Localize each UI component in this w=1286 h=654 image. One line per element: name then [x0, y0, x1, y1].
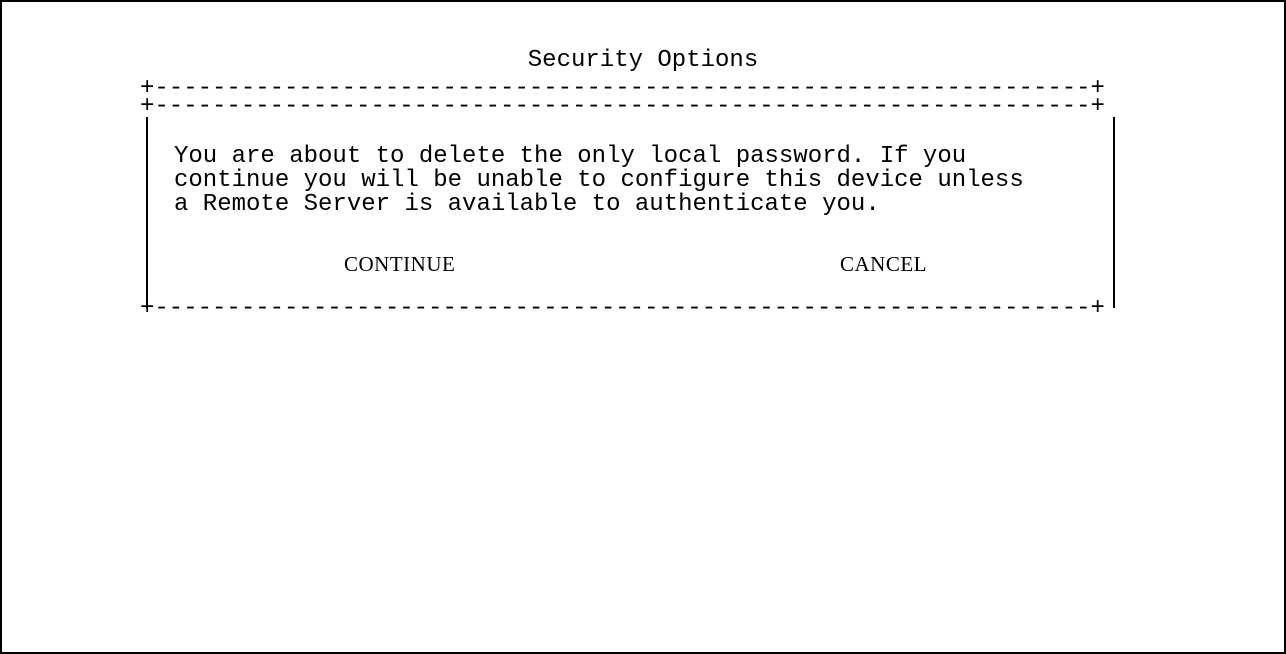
- dialog-bottom-border: +---------------------------------------…: [140, 295, 1105, 322]
- dialog-title: Security Options: [527, 47, 759, 74]
- terminal-screen: Security Options +----------------------…: [0, 0, 1286, 646]
- dialog-right-border: [1113, 117, 1115, 308]
- dialog-left-border: [146, 117, 148, 308]
- dialog-inner-top-border: +---------------------------------------…: [140, 93, 1105, 120]
- continue-button[interactable]: CONTINUE: [340, 250, 459, 278]
- warning-message: You are about to delete the only local p…: [174, 143, 1024, 218]
- cancel-button[interactable]: CANCEL: [836, 250, 931, 278]
